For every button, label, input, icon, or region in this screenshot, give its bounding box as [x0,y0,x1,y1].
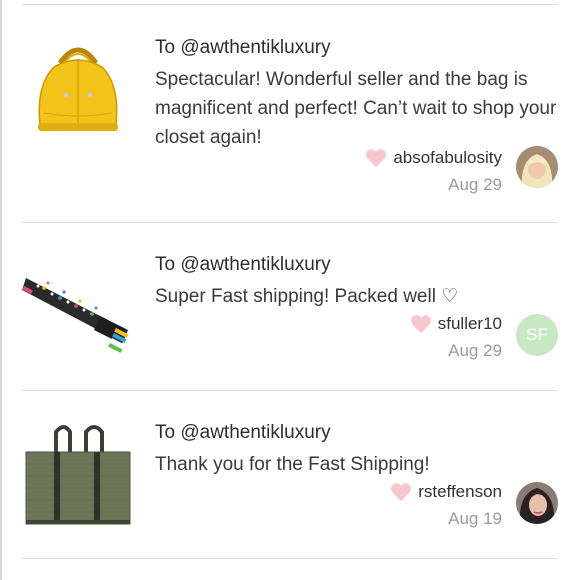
yellow-handbag-image [38,47,118,131]
avatar-initials: SF [526,325,548,344]
user-photo [516,146,558,188]
review-date: Aug 19 [448,509,502,528]
user-photo [516,482,558,524]
left-border [0,0,2,580]
item-thumbnail[interactable] [22,418,134,530]
review-date: Aug 29 [448,341,502,360]
divider [22,390,558,391]
reviewer-username[interactable]: rsteffenson [418,482,502,502]
divider [22,558,558,559]
avatar[interactable]: SF [516,314,558,356]
recipient-line[interactable]: To @awthentikluxury [155,36,570,60]
green-tote-image [25,425,131,525]
item-thumbnail[interactable] [22,250,134,362]
heart-icon[interactable] [410,314,432,334]
divider [22,222,558,223]
heart-icon[interactable] [390,482,412,502]
heart-icon[interactable] [365,148,387,168]
avatar[interactable] [516,482,558,524]
reviewer-username[interactable]: sfuller10 [438,314,502,334]
divider [22,4,558,5]
scarf-image [22,278,129,353]
review-message: Thank you for the Fast Shipping! [155,454,430,475]
review-date: Aug 29 [448,175,502,194]
recipient-line[interactable]: To @awthentikluxury [155,253,570,277]
recipient-line[interactable]: To @awthentikluxury [155,421,570,445]
reviewer-username[interactable]: absofabulosity [393,148,502,168]
avatar[interactable] [516,146,558,188]
item-thumbnail[interactable] [22,33,134,145]
review-message: Spectacular! Wonderful seller and the ba… [155,69,557,148]
review-message: Super Fast shipping! Packed well ♡ [155,286,459,307]
